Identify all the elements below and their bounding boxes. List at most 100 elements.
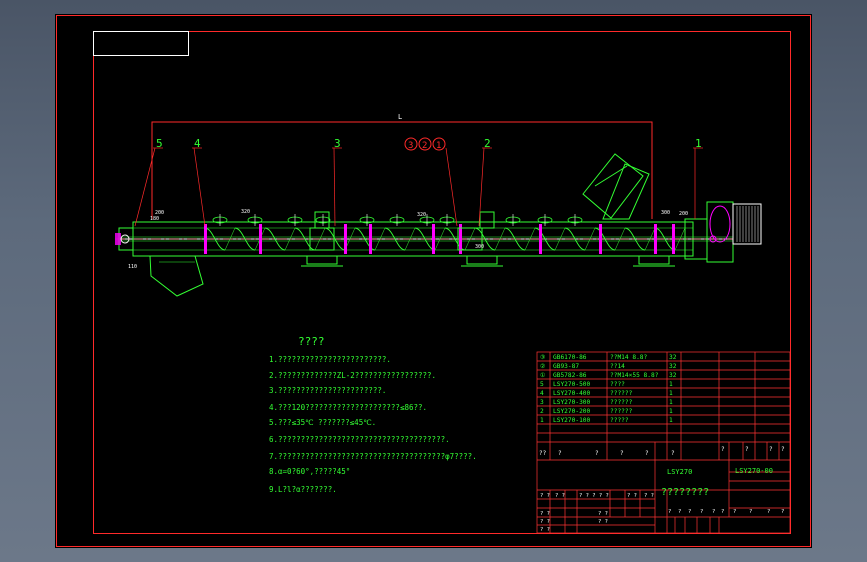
- cad-drawing: L 180200 320 320300300 200 110 5 4 3 2 1…: [56, 15, 811, 547]
- stage-mark: ?: [745, 446, 749, 453]
- part-code: LSY270-200: [553, 408, 591, 415]
- circled-label-3: 3: [408, 141, 413, 151]
- part-number: ②: [540, 363, 546, 370]
- screw-conveyor-assembly: L 180200 320 320300300 200 110 5 4 3 2 1…: [115, 113, 762, 297]
- scale-mark: ?: [688, 509, 691, 515]
- circled-label-2: 2: [422, 141, 427, 151]
- part-name: ??????: [610, 399, 633, 406]
- note-6: 6.?????????????????????????????????????.: [269, 435, 450, 444]
- stage-mark: ?: [769, 446, 773, 453]
- sheet-mark: ?: [781, 509, 784, 515]
- part-code: LSY270-500: [553, 381, 591, 388]
- item-label-4: 4: [194, 137, 201, 150]
- part-number: 3: [540, 399, 544, 406]
- inlet-hopper: [582, 153, 650, 220]
- hanger-bearing-1-top: [314, 211, 330, 229]
- part-code: LSY270-300: [553, 399, 591, 406]
- revision-mark: ? ? ? ? ?: [579, 493, 609, 499]
- leader-circled: [445, 147, 458, 227]
- note-3: 3.???????????????????????.: [269, 386, 386, 395]
- tail-bearing-cap: [115, 233, 121, 245]
- lid-bolts: [212, 214, 583, 226]
- revision-mark: ? ?: [644, 493, 654, 499]
- note-8: 8.α=0?60°,?????45°: [269, 467, 350, 476]
- drive-unit: [684, 201, 762, 263]
- product-name: ????????: [661, 487, 709, 498]
- left-mark: ? ?: [540, 519, 550, 525]
- trough-joint: [654, 224, 657, 254]
- trough-joint: [259, 224, 262, 254]
- header-mark: ?: [671, 450, 675, 457]
- sheet-mark: ?: [733, 509, 736, 515]
- note-5: 5.???≤35℃ ???????≤45℃.: [269, 418, 376, 427]
- part-quantity: 32: [669, 354, 677, 361]
- part-quantity: 1: [669, 417, 673, 424]
- left-dimension-tag: 110: [128, 264, 137, 270]
- supports: [301, 255, 675, 267]
- trough-joint: [204, 224, 207, 254]
- item-label-5: 5: [156, 137, 163, 150]
- part-name: ????: [610, 381, 625, 388]
- revision-mark: ? ?: [555, 493, 565, 499]
- trough-joint: [539, 224, 542, 254]
- part-quantity: 1: [669, 390, 673, 397]
- item-label-3: 3: [334, 137, 341, 150]
- stage-mark: ?: [781, 446, 785, 453]
- header-mark: ?: [558, 450, 562, 457]
- drawing-canvas: L 180 200 320 320 300 300 200 110 5 4 3 …: [55, 14, 812, 548]
- notes-title: ????: [298, 335, 325, 348]
- part-name: ??????: [610, 390, 633, 397]
- part-name: ??M14 8.8?: [610, 354, 648, 361]
- header-mark: ?: [645, 450, 649, 457]
- scale-mark: ?: [700, 509, 703, 515]
- support-2: [466, 255, 498, 265]
- part-name: ??M14×55 8.8?: [610, 372, 659, 379]
- leader-3: [333, 147, 336, 227]
- circled-label-1: 1: [436, 141, 441, 151]
- dimension-label-l: L: [398, 113, 402, 121]
- trough-joint: [432, 224, 435, 254]
- part-number: 5: [540, 381, 544, 388]
- stage-mark: ?: [721, 446, 725, 453]
- leader-2: [478, 147, 485, 227]
- title-block: ③ GB6170-86 ??M14 8.8? 32② GB93-87 ??14 32① GB5…: [536, 351, 791, 534]
- part-number: 1: [540, 417, 544, 424]
- part-code: GB6170-86: [553, 354, 587, 361]
- part-number: 4: [540, 390, 544, 397]
- part-code: GB5782-86: [553, 372, 587, 379]
- scale-mark: ?: [668, 509, 671, 515]
- trough-joint: [344, 224, 347, 254]
- small-dimension: 200: [679, 211, 688, 217]
- sheet-mark: ?: [749, 509, 752, 515]
- part-name: ??????: [610, 408, 633, 415]
- drawing-number: LSY270-00: [735, 467, 773, 475]
- support-1: [306, 255, 338, 265]
- inlet-hopper-body: [602, 163, 650, 220]
- scale-mark: ?: [678, 509, 681, 515]
- small-dimension: 320: [241, 209, 250, 215]
- header-mark: ?: [595, 450, 599, 457]
- product-code: LSY270: [667, 468, 692, 476]
- part-code: LSY270-100: [553, 417, 591, 424]
- part-quantity: 1: [669, 381, 673, 388]
- trough-joint: [369, 224, 372, 254]
- part-quantity: 32: [669, 372, 677, 379]
- technical-notes: ???? 1.????????????????????????. 2.?????…: [269, 335, 477, 494]
- note-9: 9.L?l?α???????.: [269, 485, 337, 494]
- note-4: 4.???120?????????????????????≤86??.: [269, 403, 427, 412]
- support-3: [638, 255, 670, 265]
- note-7: 7.?????????????????????????????????????φ…: [269, 452, 477, 461]
- title-block-grid: [536, 351, 791, 534]
- part-quantity: 1: [669, 399, 673, 406]
- leader-4: [193, 147, 206, 227]
- small-dimension: 180: [150, 216, 159, 222]
- header-mark: ?: [620, 450, 624, 457]
- item-label-1: 1: [695, 137, 702, 150]
- part-number: ①: [540, 372, 546, 379]
- inlet-hopper-line: [594, 165, 628, 187]
- part-name: ?????: [610, 417, 629, 424]
- revision-mark: ? ?: [627, 493, 637, 499]
- part-name: ??14: [610, 363, 625, 370]
- trough-joint: [672, 224, 675, 254]
- gear-reducer-flange: [709, 205, 731, 243]
